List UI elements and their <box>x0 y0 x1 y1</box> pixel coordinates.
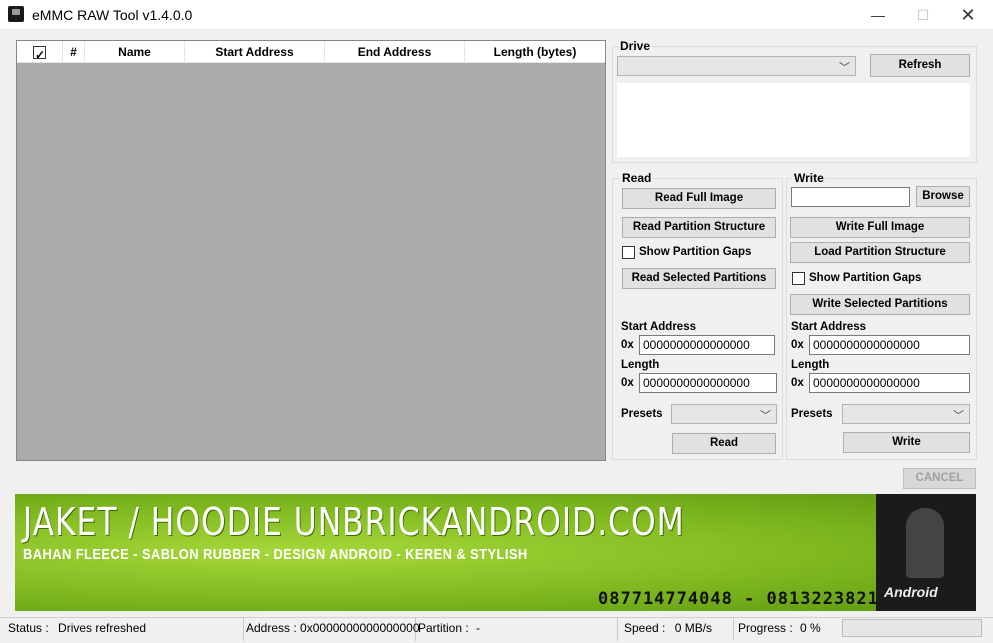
write-full-image-button[interactable]: Write Full Image <box>790 217 970 238</box>
write-show-gaps-label[interactable]: Show Partition Gaps <box>809 272 921 284</box>
select-all-column[interactable] <box>17 41 63 66</box>
write-presets-select[interactable]: ﹀ <box>842 404 970 424</box>
write-group-label: Write <box>792 171 826 185</box>
write-file-path-input[interactable] <box>791 187 910 207</box>
write-button[interactable]: Write <box>843 432 970 453</box>
read-length-prefix: 0x <box>621 377 634 389</box>
partition-value: - <box>476 621 481 635</box>
read-full-image-button[interactable]: Read Full Image <box>622 188 776 209</box>
select-all-checkbox[interactable] <box>33 44 46 66</box>
maximize-button[interactable]: ☐ <box>900 0 946 30</box>
load-partition-structure-button[interactable]: Load Partition Structure <box>790 242 970 263</box>
progress-label: Progress : <box>738 621 793 635</box>
write-start-address-input[interactable] <box>809 335 970 355</box>
speed-label: Speed : <box>624 621 666 635</box>
column-header-index[interactable]: # <box>63 41 85 63</box>
app-icon <box>8 6 24 22</box>
browse-button[interactable]: Browse <box>916 186 970 207</box>
partition-label: Partition : <box>418 621 469 635</box>
read-button[interactable]: Read <box>672 433 776 454</box>
read-show-gaps-label[interactable]: Show Partition Gaps <box>639 246 751 258</box>
read-start-address-label: Start Address <box>621 321 696 333</box>
chevron-down-icon: ﹀ <box>760 410 771 422</box>
write-length-label: Length <box>791 359 830 371</box>
address-label: Address : <box>246 621 297 635</box>
read-group-label: Read <box>620 171 654 185</box>
refresh-button[interactable]: Refresh <box>870 54 970 77</box>
cancel-button[interactable]: CANCEL <box>903 468 976 489</box>
read-start-address-prefix: 0x <box>621 339 634 351</box>
column-header-end-address[interactable]: End Address <box>325 41 465 63</box>
write-start-address-prefix: 0x <box>791 339 804 351</box>
read-presets-label: Presets <box>621 408 663 420</box>
write-length-input[interactable] <box>809 373 970 393</box>
close-button[interactable]: ✕ <box>945 0 991 30</box>
status-value: Drives refreshed <box>58 621 147 635</box>
speed-value: 0 MB/s <box>674 621 713 635</box>
partition-list[interactable]: # Name Start Address End Address Length … <box>16 40 606 461</box>
write-show-gaps-checkbox[interactable] <box>792 272 805 285</box>
status-label: Status : <box>8 621 49 635</box>
column-header-start-address[interactable]: Start Address <box>185 41 325 63</box>
write-selected-partitions-button[interactable]: Write Selected Partitions <box>790 294 970 315</box>
read-show-gaps-checkbox[interactable] <box>622 246 635 259</box>
address-panel: Address : 0x0000000000000000 <box>246 617 420 641</box>
partition-panel: Partition : - <box>418 617 618 641</box>
read-selected-partitions-button[interactable]: Read Selected Partitions <box>622 268 776 289</box>
progress-value: 0 % <box>800 621 821 635</box>
write-length-prefix: 0x <box>791 377 804 389</box>
banner-phones: 087714774048 - 081322382107 <box>598 589 902 609</box>
read-length-label: Length <box>621 359 660 371</box>
window-title: eMMC RAW Tool v1.4.0.0 <box>32 7 193 23</box>
status-panel: Status : Drives refreshed <box>8 617 244 641</box>
read-presets-select[interactable]: ﹀ <box>671 404 777 424</box>
person-figure <box>906 508 944 578</box>
write-presets-label: Presets <box>791 408 833 420</box>
drive-info-box <box>617 83 970 157</box>
chevron-down-icon: ﹀ <box>953 410 964 422</box>
drive-select[interactable]: ﹀ <box>617 56 856 76</box>
write-start-address-label: Start Address <box>791 321 866 333</box>
list-header: # Name Start Address End Address Length … <box>17 41 605 66</box>
title-bar: eMMC RAW Tool v1.4.0.0 — ☐ ✕ <box>0 0 993 30</box>
read-partition-structure-button[interactable]: Read Partition Structure <box>622 217 776 238</box>
column-header-length[interactable]: Length (bytes) <box>465 41 605 63</box>
address-value: 0x0000000000000000 <box>300 621 420 635</box>
banner-title: JAKET / HOODIE UNBRICKANDROID.COM <box>23 500 685 544</box>
minimize-button[interactable]: — <box>855 0 901 30</box>
drive-group-label: Drive <box>618 39 653 53</box>
banner-photo: Android <box>876 494 976 611</box>
read-length-input[interactable] <box>639 373 777 393</box>
progress-panel: Progress : 0 % <box>738 617 838 641</box>
progress-bar <box>842 619 982 637</box>
read-start-address-input[interactable] <box>639 335 775 355</box>
chevron-down-icon: ﹀ <box>839 62 850 74</box>
banner-subtitle: BAHAN FLEECE - SABLON RUBBER - DESIGN AN… <box>23 546 528 563</box>
column-header-name[interactable]: Name <box>85 41 185 63</box>
speed-panel: Speed : 0 MB/s <box>624 617 734 641</box>
banner-photo-tag: Android <box>884 584 938 600</box>
advertisement-banner[interactable]: JAKET / HOODIE UNBRICKANDROID.COM BAHAN … <box>15 494 976 611</box>
